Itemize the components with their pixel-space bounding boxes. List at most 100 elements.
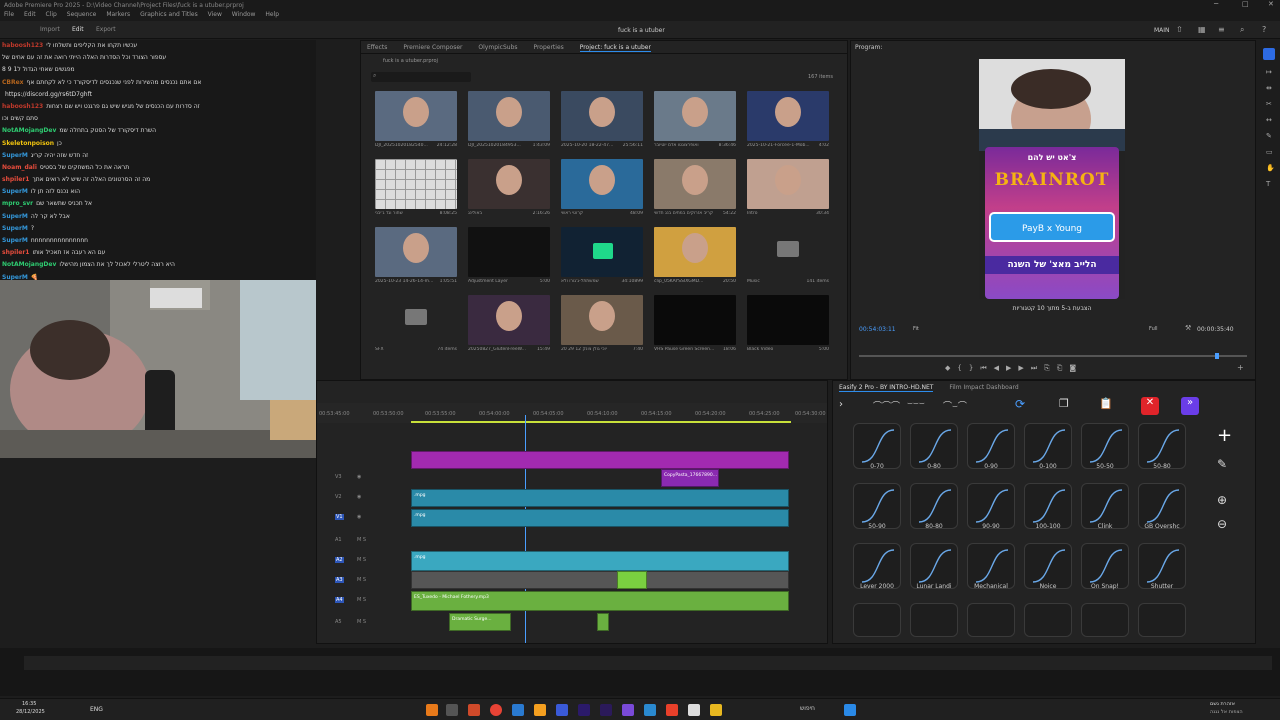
project-item-thumbnail[interactable] <box>561 91 643 141</box>
audio-clip-a2[interactable]: .mpg <box>411 551 789 571</box>
ripple-icon[interactable]: ⇹ <box>1266 84 1272 92</box>
share-icon[interactable]: ⇧ <box>1176 25 1183 34</box>
step-forward-icon[interactable]: ⏭ <box>1031 364 1044 372</box>
project-item-thumbnail[interactable] <box>561 295 643 345</box>
camera-icon[interactable]: ◙ <box>1069 364 1083 372</box>
play-icon[interactable]: ▶ <box>1006 364 1018 372</box>
tab-olympicsubs[interactable]: OlympicSubs <box>478 44 517 51</box>
program-timecode[interactable]: 00:54:03:11 <box>859 326 896 333</box>
step-back-icon[interactable]: ⏮ <box>980 364 993 372</box>
mute-solo-icon[interactable]: M S <box>357 597 366 603</box>
wrench-icon[interactable]: ⚒ <box>1185 324 1191 332</box>
tab-film-impact[interactable]: Film Impact Dashboard <box>949 384 1018 391</box>
menu-clip[interactable]: Clip <box>46 11 57 18</box>
program-tab[interactable]: Program: <box>855 44 882 51</box>
start-icon[interactable] <box>844 704 856 716</box>
menu-view[interactable]: View <box>208 11 222 18</box>
edit-preset-icon[interactable]: ✎ <box>1217 457 1227 471</box>
project-search-input[interactable]: ⌕ <box>371 72 471 82</box>
project-item-thumbnail[interactable] <box>375 159 457 209</box>
marker-icon[interactable]: ◆ <box>945 364 957 372</box>
app-icon-6[interactable] <box>534 704 546 716</box>
expand-icon[interactable]: › <box>839 399 843 410</box>
project-item-thumbnail[interactable] <box>375 227 457 277</box>
app-icon-10[interactable] <box>622 704 634 716</box>
track-label[interactable]: A1 <box>335 537 342 543</box>
after-effects-icon[interactable] <box>578 704 590 716</box>
mute-solo-icon[interactable]: M S <box>357 577 366 583</box>
dramatic-surge-clip[interactable]: Dramatic Surge... <box>449 613 511 631</box>
project-item-thumbnail[interactable] <box>468 227 550 277</box>
lift-icon[interactable]: ⎘ <box>1044 364 1057 372</box>
project-item-thumbnail[interactable] <box>375 91 457 141</box>
maximize-button[interactable]: □ <box>1242 0 1249 8</box>
chrome-icon[interactable] <box>490 704 502 716</box>
add-preset-icon[interactable]: + <box>1217 425 1232 446</box>
lang-indicator[interactable]: ENG <box>90 706 103 713</box>
music-clip[interactable]: ES_Tuxedo - Michael Fothery.mp3 <box>411 591 789 611</box>
search-box[interactable]: חיפוש <box>800 705 815 712</box>
out-icon[interactable]: } <box>969 364 980 372</box>
tab-project[interactable]: Project: fuck is a utuber <box>579 44 651 52</box>
razor-icon[interactable]: ✂ <box>1266 100 1272 108</box>
premiere-icon[interactable] <box>600 704 612 716</box>
zoom-out-icon[interactable]: ⊖ <box>1217 517 1227 531</box>
project-item-thumbnail[interactable] <box>747 295 829 345</box>
easing-preset-button[interactable] <box>967 603 1015 637</box>
tab-easify[interactable]: Easify 2 Pro - BY INTRO-HD.NET <box>839 384 934 392</box>
slip-icon[interactable]: ↔ <box>1266 116 1272 124</box>
minimize-button[interactable]: ─ <box>1214 0 1218 8</box>
menu-file[interactable]: File <box>4 11 14 18</box>
app-icon-5[interactable] <box>512 704 524 716</box>
project-item-thumbnail[interactable] <box>561 227 643 277</box>
search-icon[interactable]: ⌕ <box>1240 25 1244 35</box>
ease-in-icon[interactable]: ⌒⌒⌒ <box>873 399 900 412</box>
easing-preset-button[interactable] <box>853 603 901 637</box>
project-item-thumbnail[interactable] <box>747 159 829 209</box>
eye-icon[interactable]: ◉ <box>357 514 361 520</box>
timeline-ruler[interactable]: 00:53:45:00 00:53:50:00 00:53:55:00 00:54:0… <box>317 403 827 423</box>
hand-icon[interactable]: ✋ <box>1266 164 1275 172</box>
menu-edit[interactable]: Edit <box>24 11 36 18</box>
rect-icon[interactable]: ▭ <box>1266 148 1273 156</box>
ease-out-icon[interactable]: ⌣⌣⌣ <box>907 399 925 409</box>
menu-help[interactable]: Help <box>265 11 279 18</box>
project-item-thumbnail[interactable] <box>468 159 550 209</box>
mute-solo-icon[interactable]: M S <box>357 537 366 543</box>
easing-preset-button[interactable] <box>910 603 958 637</box>
app-icon-13[interactable] <box>688 704 700 716</box>
project-item-thumbnail[interactable] <box>654 159 736 209</box>
bottom-ruler[interactable] <box>24 656 1272 670</box>
delete-icon[interactable]: ✕ <box>1141 397 1159 415</box>
project-item-thumbnail[interactable] <box>747 227 829 277</box>
zoom-in-icon[interactable]: ⊕ <box>1217 493 1227 507</box>
copy-icon[interactable]: ❐ <box>1059 397 1069 410</box>
paste-icon[interactable]: 📋 <box>1099 397 1113 410</box>
extract-icon[interactable]: ⎗ <box>1057 364 1070 372</box>
pen-icon[interactable]: ✎ <box>1266 132 1272 140</box>
app-icon-2[interactable] <box>446 704 458 716</box>
sfx-small-clip[interactable] <box>597 613 609 631</box>
in-icon[interactable]: { <box>957 364 968 372</box>
track-select-icon[interactable]: ↦ <box>1266 68 1272 76</box>
eye-icon[interactable]: ◉ <box>357 474 361 480</box>
nav-export[interactable]: Export <box>96 26 116 33</box>
track-label[interactable]: A2 <box>335 557 344 563</box>
app-icon-12[interactable] <box>666 704 678 716</box>
project-item-thumbnail[interactable] <box>468 295 550 345</box>
selection-tool-icon[interactable] <box>1263 48 1275 60</box>
mute-solo-icon[interactable]: M S <box>357 619 366 625</box>
app-icon-11[interactable] <box>644 704 656 716</box>
nav-edit[interactable]: Edit <box>72 26 84 33</box>
sync-icon[interactable]: ⟳ <box>1015 397 1031 413</box>
track-label[interactable]: A5 <box>335 619 342 625</box>
frame-forward-icon[interactable]: ▶ <box>1018 364 1030 372</box>
forward-icon[interactable]: » <box>1181 397 1199 415</box>
tab-premiere-composer[interactable]: Premiere Composer <box>403 44 462 51</box>
project-item-thumbnail[interactable] <box>654 295 736 345</box>
workspace-label[interactable]: MAIN <box>1154 27 1170 34</box>
track-label[interactable]: A3 <box>335 577 344 583</box>
project-item-thumbnail[interactable] <box>375 295 457 345</box>
full-dropdown[interactable]: Full <box>1149 326 1158 332</box>
explorer-icon[interactable] <box>710 704 722 716</box>
